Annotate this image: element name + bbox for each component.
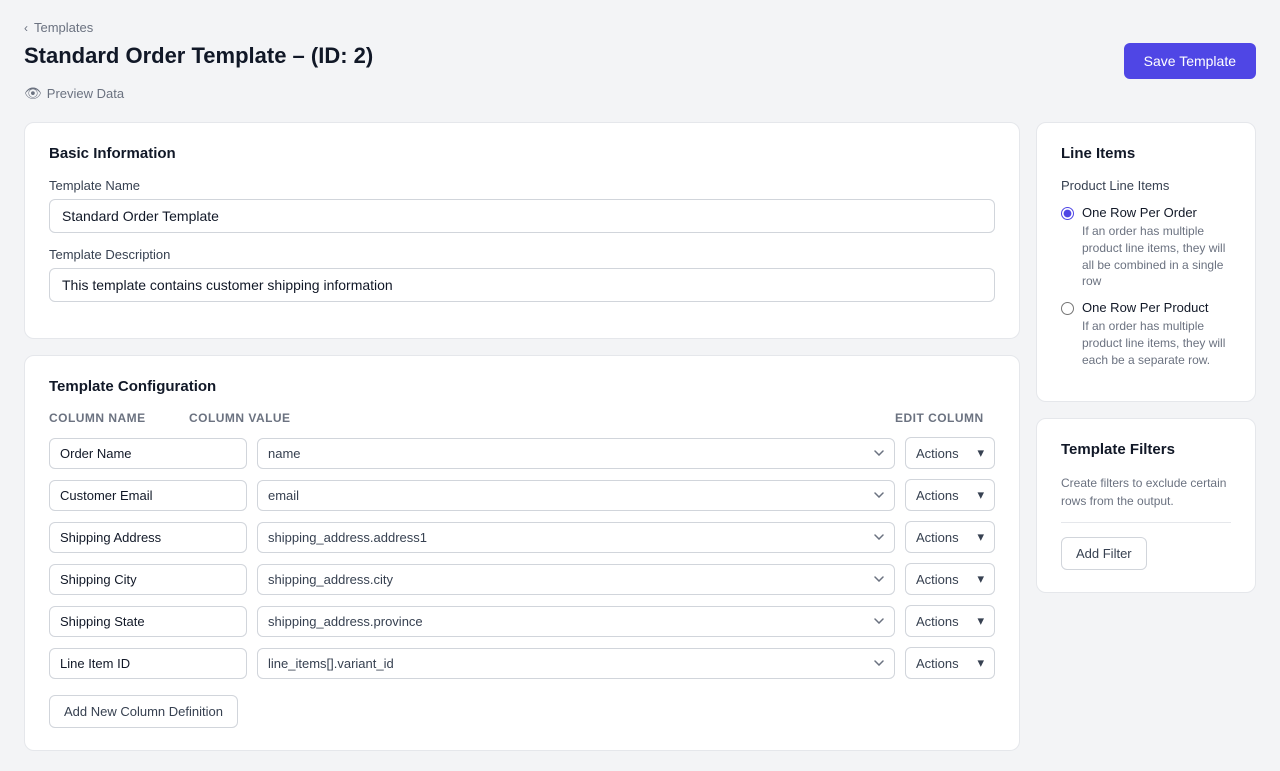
col-name-input-5[interactable]	[49, 606, 247, 637]
actions-label-3: Actions	[916, 530, 959, 545]
col-name-input-6[interactable]	[49, 648, 247, 679]
radio-item-per-product: One Row Per Product If an order has mult…	[1061, 300, 1231, 368]
col-header-edit: Edit Column	[895, 411, 995, 425]
radio-text-per-order: One Row Per Order	[1082, 205, 1231, 220]
preview-data-link[interactable]: 👁 Preview Data	[24, 85, 1256, 102]
breadcrumb-templates-link[interactable]: Templates	[34, 20, 93, 35]
actions-label-5: Actions	[916, 614, 959, 629]
page-container: ‹ Templates Standard Order Template – (I…	[0, 0, 1280, 771]
basic-info-title: Basic Information	[49, 145, 995, 162]
actions-button-6[interactable]: Actions ▾	[905, 647, 995, 679]
config-row-4: shipping_address.city Actions ▾	[49, 563, 995, 595]
template-name-input[interactable]	[49, 199, 995, 233]
actions-chevron-5: ▾	[977, 613, 984, 629]
col-value-select-4[interactable]: shipping_address.city	[257, 564, 895, 595]
radio-desc-per-order: If an order has multiple product line it…	[1082, 223, 1231, 290]
col-value-select-3[interactable]: shipping_address.address1	[257, 522, 895, 553]
actions-label-4: Actions	[916, 572, 959, 587]
config-row-5: shipping_address.province Actions ▾	[49, 605, 995, 637]
col-name-input-4[interactable]	[49, 564, 247, 595]
col-value-select-1[interactable]: name	[257, 438, 895, 469]
basic-info-card: Basic Information Template Name Template…	[24, 122, 1020, 339]
page-header: Standard Order Template – (ID: 2) Save T…	[24, 43, 1256, 79]
template-desc-group: Template Description	[49, 247, 995, 302]
actions-chevron-1: ▾	[977, 445, 984, 461]
radio-input-per-order[interactable]	[1061, 207, 1074, 220]
filters-title: Template Filters	[1061, 441, 1231, 458]
eye-icon: 👁	[24, 85, 42, 102]
line-items-radio-group: One Row Per Order If an order has multip…	[1061, 205, 1231, 369]
config-row-3: shipping_address.address1 Actions ▾	[49, 521, 995, 553]
col-value-select-5[interactable]: shipping_address.province	[257, 606, 895, 637]
actions-button-3[interactable]: Actions ▾	[905, 521, 995, 553]
breadcrumb: ‹ Templates	[24, 20, 1256, 35]
actions-label-6: Actions	[916, 656, 959, 671]
config-row-2: email Actions ▾	[49, 479, 995, 511]
line-items-card: Line Items Product Line Items One Row Pe…	[1036, 122, 1256, 402]
main-layout: Basic Information Template Name Template…	[24, 122, 1256, 751]
radio-label-per-product[interactable]: One Row Per Product If an order has mult…	[1061, 300, 1231, 368]
right-column: Line Items Product Line Items One Row Pe…	[1036, 122, 1256, 593]
col-name-input-2[interactable]	[49, 480, 247, 511]
config-row-6: line_items[].variant_id Actions ▾	[49, 647, 995, 679]
actions-chevron-6: ▾	[977, 655, 984, 671]
actions-button-4[interactable]: Actions ▾	[905, 563, 995, 595]
line-items-title: Line Items	[1061, 145, 1231, 162]
add-column-button[interactable]: Add New Column Definition	[49, 695, 238, 728]
page-title: Standard Order Template – (ID: 2)	[24, 43, 373, 69]
actions-label-2: Actions	[916, 488, 959, 503]
radio-input-per-product[interactable]	[1061, 302, 1074, 315]
template-config-card: Template Configuration Column Name Colum…	[24, 355, 1020, 751]
radio-desc-per-product: If an order has multiple product line it…	[1082, 318, 1231, 368]
radio-item-per-order: One Row Per Order If an order has multip…	[1061, 205, 1231, 290]
actions-chevron-4: ▾	[977, 571, 984, 587]
actions-button-1[interactable]: Actions ▾	[905, 437, 995, 469]
preview-data-label: Preview Data	[47, 86, 124, 101]
back-chevron-icon: ‹	[24, 21, 28, 35]
col-value-select-6[interactable]: line_items[].variant_id	[257, 648, 895, 679]
product-line-items-subtitle: Product Line Items	[1061, 178, 1231, 193]
template-name-label: Template Name	[49, 178, 995, 193]
col-value-select-2[interactable]: email	[257, 480, 895, 511]
radio-text-per-product: One Row Per Product	[1082, 300, 1231, 315]
config-title: Template Configuration	[49, 378, 995, 395]
column-headers-row: Column Name Column Value Edit Column	[49, 411, 995, 429]
actions-label-1: Actions	[916, 446, 959, 461]
actions-chevron-3: ▾	[977, 529, 984, 545]
template-desc-label: Template Description	[49, 247, 995, 262]
template-name-group: Template Name	[49, 178, 995, 233]
radio-label-per-order[interactable]: One Row Per Order If an order has multip…	[1061, 205, 1231, 290]
col-header-value: Column Value	[189, 411, 885, 425]
add-filter-button[interactable]: Add Filter	[1061, 537, 1147, 570]
config-row-1: name Actions ▾	[49, 437, 995, 469]
template-desc-input[interactable]	[49, 268, 995, 302]
actions-button-2[interactable]: Actions ▾	[905, 479, 995, 511]
col-header-name: Column Name	[49, 411, 179, 425]
template-filters-card: Template Filters Create filters to exclu…	[1036, 418, 1256, 593]
col-name-input-1[interactable]	[49, 438, 247, 469]
actions-button-5[interactable]: Actions ▾	[905, 605, 995, 637]
filters-desc: Create filters to exclude certain rows f…	[1061, 474, 1231, 510]
col-name-input-3[interactable]	[49, 522, 247, 553]
left-column: Basic Information Template Name Template…	[24, 122, 1020, 751]
filters-divider	[1061, 522, 1231, 523]
actions-chevron-2: ▾	[977, 487, 984, 503]
save-template-button[interactable]: Save Template	[1124, 43, 1256, 79]
